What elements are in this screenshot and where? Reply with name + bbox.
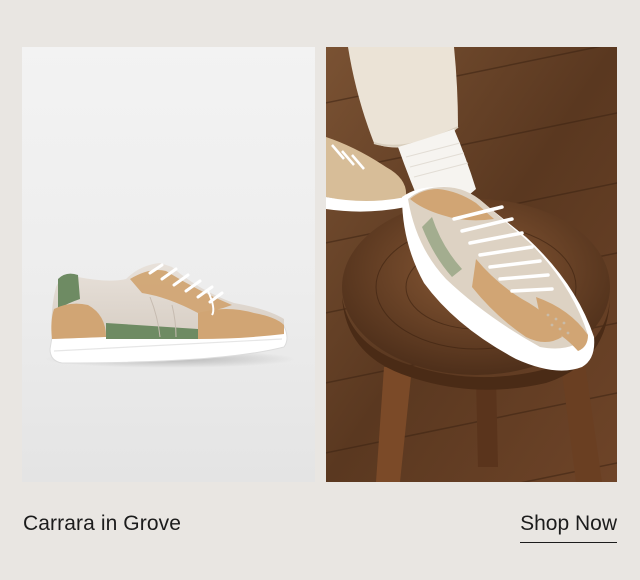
shop-now-link[interactable]: Shop Now <box>520 510 617 543</box>
sneaker-lifestyle-image[interactable] <box>326 47 617 482</box>
sneaker-product-illustration <box>45 263 295 368</box>
promo-card: Carrara in Grove Shop Now <box>0 0 640 580</box>
sneaker-product-image[interactable] <box>22 47 315 482</box>
product-name: Carrara in Grove <box>23 512 181 535</box>
stool-scene-illustration <box>326 47 617 482</box>
